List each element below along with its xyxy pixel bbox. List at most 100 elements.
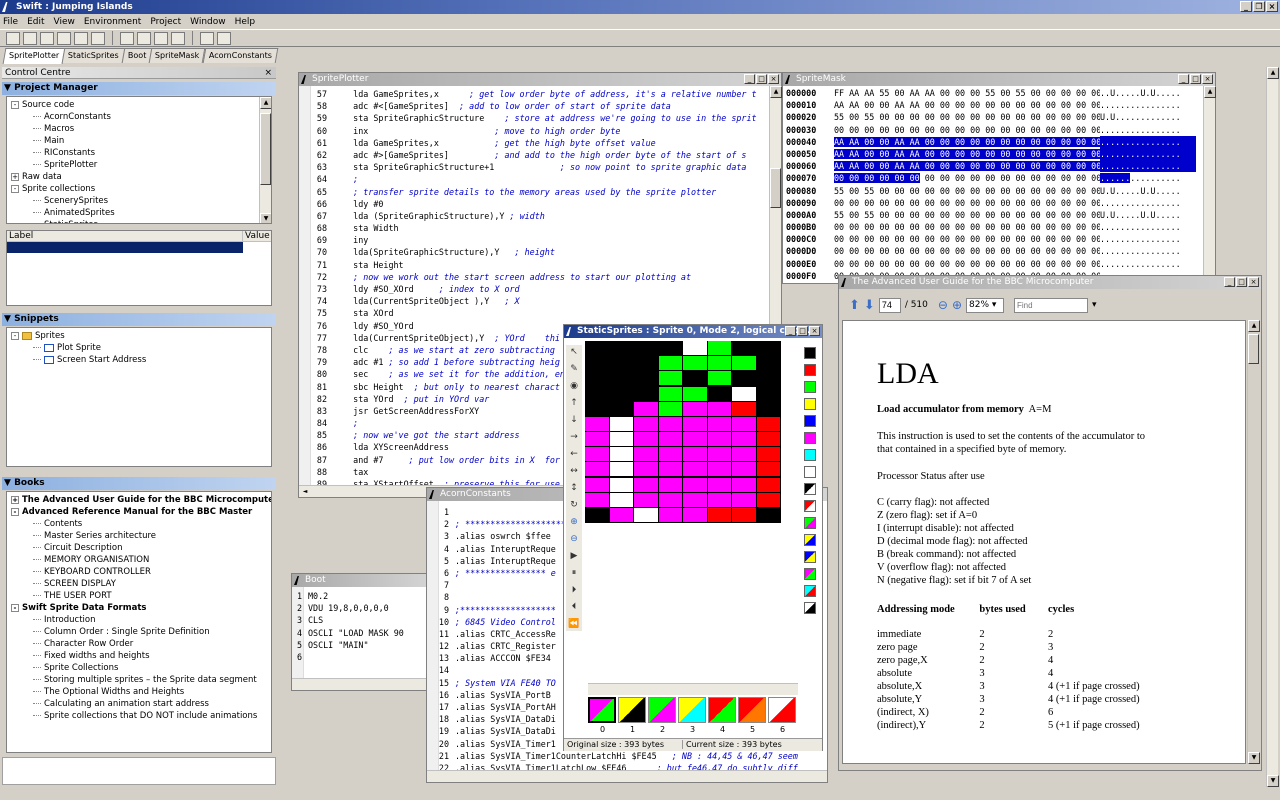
- restore-button[interactable]: ❐: [1253, 1, 1265, 12]
- menu-help[interactable]: Help: [235, 17, 256, 27]
- sprite-pixel[interactable]: [707, 416, 731, 431]
- minimize-button[interactable]: _: [744, 74, 755, 84]
- collapse-icon[interactable]: -: [11, 603, 19, 612]
- books-header[interactable]: ▼ Books: [2, 477, 276, 490]
- tree-item[interactable]: - Sprite collections: [7, 183, 271, 195]
- rotate-icon[interactable]: ↻: [570, 498, 578, 512]
- sprite-pixel[interactable]: [707, 477, 731, 492]
- sprite-pixel[interactable]: [609, 447, 633, 462]
- sprite-pixel[interactable]: [609, 462, 633, 477]
- sprite-pixel[interactable]: [658, 356, 682, 371]
- scroll-down-icon[interactable]: ▼: [260, 213, 271, 223]
- sprite-pixel[interactable]: [585, 356, 609, 371]
- save-all-icon[interactable]: [40, 31, 54, 45]
- window-title-bar[interactable]: Boot: [292, 574, 428, 587]
- sprite-pixel[interactable]: [707, 356, 731, 371]
- sprite-pixel[interactable]: [732, 341, 756, 356]
- flashing-color[interactable]: [804, 602, 816, 614]
- flashing-color[interactable]: [804, 551, 816, 563]
- sprite-pixel[interactable]: [707, 462, 731, 477]
- sprite-pixel[interactable]: [634, 492, 658, 507]
- palette-color[interactable]: [804, 364, 816, 376]
- shift-down-icon[interactable]: ↓: [570, 413, 578, 427]
- fill-icon[interactable]: ◉: [570, 379, 578, 393]
- sprite-pixel-grid[interactable]: [585, 341, 781, 523]
- horizontal-scrollbar[interactable]: [292, 678, 428, 690]
- window-title-bar[interactable]: The Advanced User Guide for the BBC Micr…: [839, 276, 1261, 289]
- sprite-thumbnail[interactable]: [588, 697, 616, 723]
- scroll-up-icon[interactable]: ▲: [770, 86, 782, 98]
- tree-item[interactable]: - Source code: [7, 99, 271, 111]
- maximize-button[interactable]: □: [756, 74, 767, 84]
- sprite-pixel[interactable]: [585, 462, 609, 477]
- run-icon[interactable]: [217, 31, 231, 45]
- sprite-pixel[interactable]: [732, 371, 756, 386]
- tree-item[interactable]: SCREEN DISPLAY: [7, 578, 271, 590]
- selected-row[interactable]: [7, 242, 243, 253]
- sprite-pixel[interactable]: [585, 341, 609, 356]
- tree-item[interactable]: Main: [7, 135, 271, 147]
- sprite-pixel[interactable]: [756, 492, 780, 507]
- scroll-left-icon[interactable]: ◄: [299, 486, 311, 497]
- tree-item[interactable]: Character Row Order: [7, 638, 271, 650]
- sprite-pixel[interactable]: [585, 477, 609, 492]
- search-icon[interactable]: [91, 31, 105, 45]
- pause-icon[interactable]: ⏸: [572, 566, 577, 580]
- sprite-thumbnail[interactable]: [618, 697, 646, 723]
- window-title-bar[interactable]: SpriteMask _ □ ×: [783, 73, 1215, 86]
- sprite-pixel[interactable]: [634, 386, 658, 401]
- tree-item[interactable]: Contents: [7, 518, 271, 530]
- next-page-icon[interactable]: ⬇: [864, 298, 875, 313]
- sprite-pixel[interactable]: [585, 401, 609, 416]
- scroll-up-icon[interactable]: ▲: [1204, 86, 1216, 98]
- sprite-pixel[interactable]: [683, 462, 707, 477]
- menu-edit[interactable]: Edit: [27, 17, 44, 27]
- sprite-pixel[interactable]: [683, 432, 707, 447]
- shift-left-icon[interactable]: ←: [570, 447, 578, 461]
- sprite-pixel[interactable]: [756, 477, 780, 492]
- document-icon[interactable]: [171, 31, 185, 45]
- tab-spritemask[interactable]: SpriteMask: [149, 48, 207, 63]
- scroll-thumb[interactable]: [260, 113, 271, 185]
- scroll-down-icon[interactable]: ▼: [1248, 752, 1260, 764]
- scroll-thumb[interactable]: [1248, 334, 1259, 364]
- sprite-pixel[interactable]: [732, 356, 756, 371]
- sprite-pixel[interactable]: [609, 371, 633, 386]
- flashing-color[interactable]: [804, 585, 816, 597]
- sprite-pixel[interactable]: [732, 462, 756, 477]
- collapse-icon[interactable]: -: [11, 184, 19, 193]
- sprite-thumbnail[interactable]: [738, 697, 766, 723]
- menu-file[interactable]: File: [3, 17, 18, 27]
- sprite-pixel[interactable]: [756, 432, 780, 447]
- save-icon[interactable]: [23, 31, 37, 45]
- sprite-pixel[interactable]: [609, 507, 633, 522]
- close-button[interactable]: ×: [1248, 277, 1259, 287]
- workspace-scrollbar[interactable]: ▲ ▼: [1266, 67, 1279, 787]
- sprite-pixel[interactable]: [658, 341, 682, 356]
- find-input[interactable]: [1014, 297, 1089, 313]
- shift-right-icon[interactable]: →: [570, 430, 578, 444]
- tree-item[interactable]: Storing multiple sprites – the Sprite da…: [7, 674, 271, 686]
- sprite-pixel[interactable]: [634, 507, 658, 522]
- tree-item[interactable]: Sprite collections that DO NOT include a…: [7, 710, 271, 722]
- sprite-pixel[interactable]: [585, 507, 609, 522]
- sprite-pixel[interactable]: [732, 386, 756, 401]
- sprite-pixel[interactable]: [732, 401, 756, 416]
- sprite-pixel[interactable]: [634, 477, 658, 492]
- pointer-icon[interactable]: ↖: [570, 345, 578, 359]
- tree-item[interactable]: Circuit Description: [7, 542, 271, 554]
- tree-item[interactable]: Sprite Collections: [7, 662, 271, 674]
- value-column-header[interactable]: Value: [243, 231, 270, 241]
- sprite-pixel[interactable]: [756, 507, 780, 522]
- flashing-color[interactable]: [804, 568, 816, 580]
- sprite-pixel[interactable]: [732, 416, 756, 431]
- expand-icon[interactable]: +: [11, 495, 19, 504]
- palette-color[interactable]: [804, 466, 816, 478]
- maximize-button[interactable]: □: [1190, 74, 1201, 84]
- sprite-pixel[interactable]: [609, 492, 633, 507]
- tab-staticsprites[interactable]: StaticSprites: [61, 48, 126, 63]
- code-editor[interactable]: 1 M0.2 2 VDU 19,8,0,0,0,0 3 CLS 4 OSCLI "LOAD M…: [292, 590, 428, 676]
- new-file-icon[interactable]: [6, 31, 20, 45]
- flip-horizontal-icon[interactable]: ↔: [570, 464, 578, 478]
- sprite-pixel[interactable]: [634, 371, 658, 386]
